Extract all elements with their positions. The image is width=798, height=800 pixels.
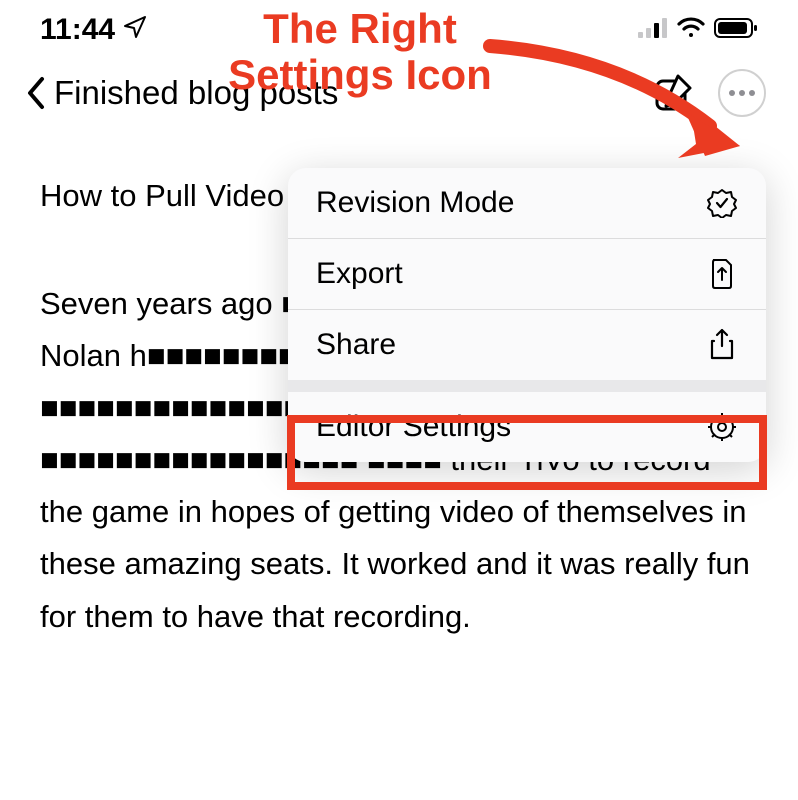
menu-item-share[interactable]: Share	[288, 309, 766, 380]
gear-icon	[706, 411, 738, 443]
wifi-icon	[676, 17, 706, 44]
back-chevron-icon[interactable]	[24, 75, 46, 111]
battery-icon	[714, 17, 758, 44]
menu-item-label: Share	[316, 328, 396, 362]
context-menu: Revision Mode Export Share Editor Settin…	[288, 168, 766, 462]
menu-item-label: Export	[316, 257, 403, 291]
menu-item-label: Editor Settings	[316, 410, 511, 444]
more-button[interactable]	[718, 69, 766, 117]
cellular-icon	[638, 18, 668, 43]
badge-check-icon	[706, 187, 738, 219]
status-time-group: 11:44	[40, 13, 147, 47]
nav-actions	[652, 69, 766, 117]
menu-item-label: Revision Mode	[316, 186, 514, 220]
location-icon	[123, 13, 147, 47]
annotation-label: The Right Settings Icon	[210, 6, 510, 98]
menu-item-revision-mode[interactable]: Revision Mode	[288, 168, 766, 238]
share-icon	[706, 329, 738, 361]
status-right	[638, 17, 758, 44]
status-time: 11:44	[40, 13, 115, 47]
menu-item-editor-settings[interactable]: Editor Settings	[288, 380, 766, 462]
menu-item-export[interactable]: Export	[288, 238, 766, 309]
compose-button[interactable]	[652, 72, 694, 114]
file-arrow-icon	[706, 258, 738, 290]
